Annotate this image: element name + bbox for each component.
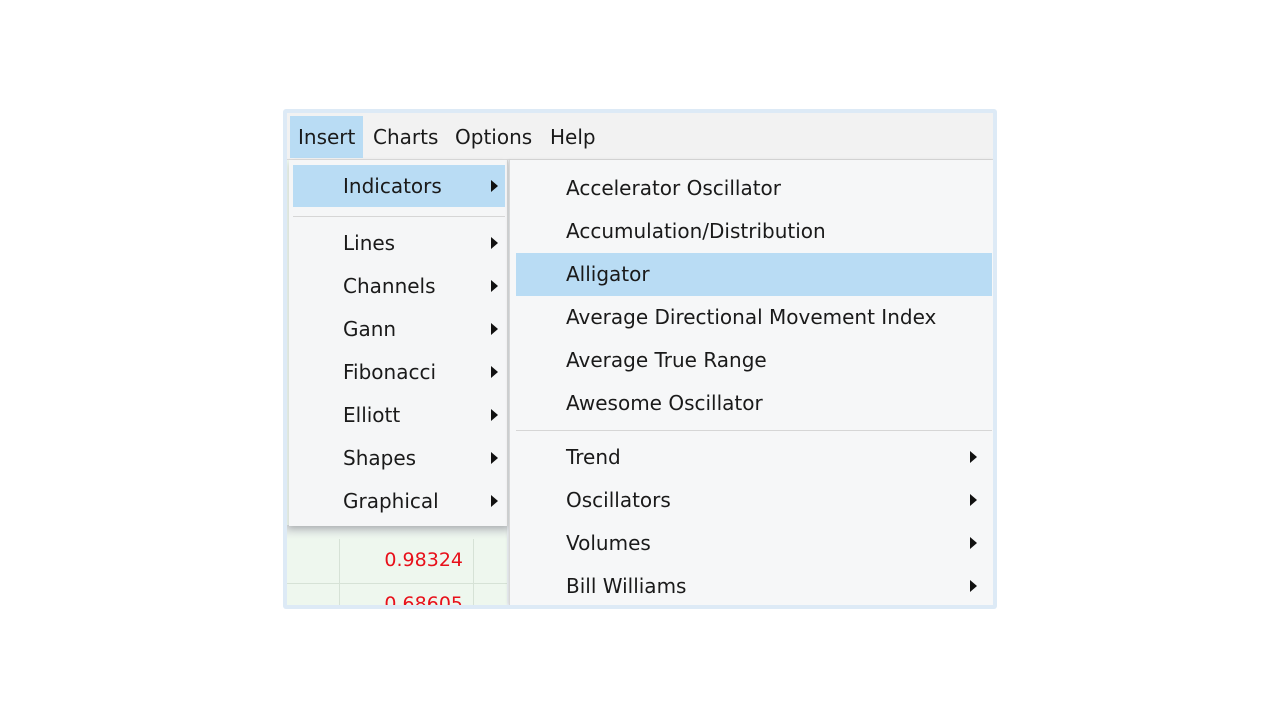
submenu-arrow-icon [491, 180, 498, 192]
submenu-arrow-icon [491, 409, 498, 421]
menu-item-label: Awesome Oscillator [566, 391, 763, 415]
menu-item-bill-williams[interactable]: Bill Williams [516, 565, 992, 605]
menu-item-label: Alligator [566, 262, 650, 286]
submenu-arrow-icon [491, 366, 498, 378]
menu-item-label: Lines [343, 231, 396, 255]
menu-item-label: Graphical [343, 489, 439, 513]
menu-item-trend[interactable]: Trend [516, 436, 992, 479]
menu-item-label: Elliott [343, 403, 401, 427]
menu-item-awesome-oscillator[interactable]: Awesome Oscillator [516, 382, 992, 425]
submenu-arrow-icon [491, 495, 498, 507]
menu-item-label: Channels [343, 274, 436, 298]
submenu-arrow-icon [491, 452, 498, 464]
indicators-submenu: Accelerator Oscillator Accumulation/Dist… [509, 160, 993, 605]
menu-item-label: Volumes [566, 531, 651, 555]
menu-item-label: Gann [343, 317, 397, 341]
sheet-value: 0.98324 [384, 549, 463, 571]
menu-bar: Insert Charts Options Help [287, 113, 993, 160]
menu-item-channels[interactable]: Channels [293, 265, 505, 307]
menu-item-label: Accumulation/Distribution [566, 219, 826, 243]
menu-item-oscillators[interactable]: Oscillators [516, 479, 992, 522]
menu-item-label: Average True Range [566, 348, 767, 372]
menu-help[interactable]: Help [542, 116, 604, 158]
menu-item-label: Oscillators [566, 488, 671, 512]
menu-item-fibonacci[interactable]: Fibonacci [293, 351, 505, 393]
menu-item-elliott[interactable]: Elliott [293, 394, 505, 436]
menu-item-average-directional-movement-index[interactable]: Average Directional Movement Index [516, 296, 992, 339]
menu-item-label: Trend [566, 445, 621, 469]
menu-item-volumes[interactable]: Volumes [516, 522, 992, 565]
app-window: 0.98324 0.68605 Insert Charts Options He… [283, 109, 997, 609]
menu-item-alligator[interactable]: Alligator [516, 253, 992, 296]
menu-item-label: Indicators [343, 174, 442, 198]
submenu-arrow-icon [970, 537, 977, 549]
menu-item-label: Shapes [343, 446, 417, 470]
menu-item-gann[interactable]: Gann [293, 308, 505, 350]
sheet-value: 0.68605 [384, 593, 463, 605]
menu-item-label: Fibonacci [343, 360, 437, 384]
submenu-arrow-icon [491, 323, 498, 335]
menu-item-shapes[interactable]: Shapes [293, 437, 505, 479]
menu-shadow [287, 525, 507, 539]
menu-item-label: Bill Williams [566, 574, 687, 598]
grid-line [287, 583, 507, 584]
menu-separator [293, 216, 505, 217]
submenu-arrow-icon [491, 280, 498, 292]
menu-item-label: Accelerator Oscillator [566, 176, 782, 200]
menu-item-accumulation-distribution[interactable]: Accumulation/Distribution [516, 210, 992, 253]
submenu-arrow-icon [491, 237, 498, 249]
menu-item-average-true-range[interactable]: Average True Range [516, 339, 992, 382]
insert-menu: Indicators Lines Channels Gann Fibonacci [289, 160, 508, 526]
menu-item-accelerator-oscillator[interactable]: Accelerator Oscillator [516, 167, 992, 210]
menu-item-label: Average Directional Movement Index [566, 305, 937, 329]
menu-separator [516, 430, 992, 431]
menu-item-indicators[interactable]: Indicators [293, 165, 505, 207]
menu-item-graphical[interactable]: Graphical [293, 480, 505, 522]
submenu-arrow-icon [970, 451, 977, 463]
menu-options[interactable]: Options [447, 116, 540, 158]
submenu-arrow-icon [970, 494, 977, 506]
submenu-arrow-icon [970, 580, 977, 592]
menu-item-lines[interactable]: Lines [293, 222, 505, 264]
menu-insert[interactable]: Insert [290, 116, 364, 158]
menu-charts[interactable]: Charts [365, 116, 446, 158]
window-content: 0.98324 0.68605 Insert Charts Options He… [287, 113, 993, 605]
